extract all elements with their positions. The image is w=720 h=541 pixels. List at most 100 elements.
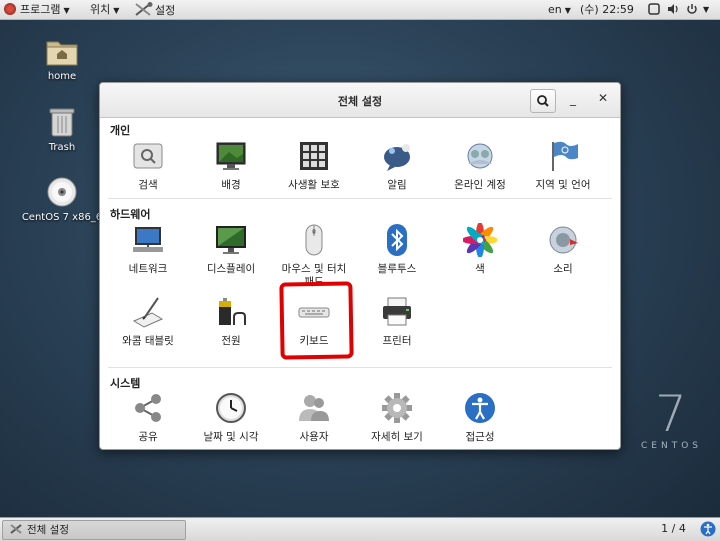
minimize-button[interactable]: _	[570, 92, 576, 106]
places-label: 위치	[90, 3, 111, 16]
window-icon[interactable]	[648, 3, 660, 15]
workspace-indicator[interactable]: 1 / 4	[651, 521, 696, 537]
settings-app-label: 설정	[155, 4, 176, 17]
centos-watermark-number: 7	[655, 385, 687, 443]
settings-item-label: 온라인 계정	[454, 179, 506, 191]
background-icon	[216, 142, 246, 170]
settings-item-label: 공유	[138, 431, 158, 443]
settings-item-color[interactable]: 색	[437, 222, 523, 276]
desktop-icon-label: Trash	[48, 142, 76, 153]
power-icon	[219, 298, 246, 325]
settings-item-label: 접근성	[465, 431, 495, 443]
settings-item-label: 알림	[387, 179, 407, 191]
settings-item-label: 사용자	[299, 431, 329, 443]
applications-label: 프로그램	[20, 3, 61, 16]
disc-icon	[47, 177, 77, 207]
language-label: en	[548, 3, 562, 16]
settings-item-search[interactable]: 검색	[105, 139, 191, 192]
desktop-icon-trash[interactable]: Trash	[17, 106, 107, 153]
chevron-down-icon[interactable]: ▼	[703, 2, 709, 17]
chevron-down-icon: ▼	[564, 6, 571, 15]
date-time-icon	[216, 393, 246, 423]
sharing-icon	[135, 394, 161, 422]
settings-item-notifications[interactable]: 알림	[354, 139, 440, 192]
window-titlebar[interactable]: 전체 설정 _ ✕	[100, 83, 620, 118]
settings-item-sharing[interactable]: 공유	[105, 391, 191, 444]
color-icon	[462, 222, 498, 258]
applications-icon	[4, 3, 16, 15]
search-settings-icon	[133, 143, 163, 169]
printer-icon	[383, 297, 411, 326]
settings-item-label: 프린터	[382, 335, 412, 347]
region-language-icon	[552, 141, 578, 171]
settings-item-label: 색	[475, 263, 485, 275]
chevron-down-icon: ▼	[113, 6, 120, 15]
settings-item-label: 소리	[553, 263, 573, 275]
search-icon	[537, 95, 549, 107]
clock[interactable]: (수) 22:59	[580, 2, 634, 17]
settings-item-date-time[interactable]: 날짜 및 시각	[188, 391, 274, 444]
search-button[interactable]	[530, 89, 556, 113]
settings-item-label: 지역 및 언어	[535, 179, 591, 191]
places-menu[interactable]: 위치 ▼	[90, 2, 119, 17]
settings-item-bluetooth[interactable]: 블루투스	[354, 223, 440, 276]
settings-window: 전체 설정 _ ✕ 개인 검색 배경 사생활 보호 알림 온라인 계정 지역 및…	[99, 82, 621, 450]
settings-item-label: 네트워크	[128, 263, 168, 275]
settings-item-region-language[interactable]: 지역 및 언어	[520, 139, 606, 192]
users-icon	[299, 395, 329, 421]
settings-item-privacy[interactable]: 사생활 보호	[271, 139, 357, 192]
settings-item-wacom[interactable]: 와콤 태블릿	[105, 295, 191, 348]
settings-item-label: 자세히 보기	[371, 431, 423, 443]
settings-item-accessibility[interactable]: 접근성	[437, 391, 523, 444]
bottom-panel: 전체 설정 1 / 4	[0, 517, 720, 541]
privacy-icon	[300, 142, 328, 170]
settings-item-label: 와콤 태블릿	[122, 335, 174, 347]
chevron-down-icon: ▼	[63, 6, 70, 15]
centos-watermark-text: CENTOS	[641, 441, 702, 451]
settings-item-label: 디스플레이	[206, 263, 256, 275]
trash-icon	[49, 108, 75, 137]
keyboard-highlight-annotation	[279, 281, 354, 360]
close-button[interactable]: ✕	[598, 91, 608, 105]
settings-item-sound[interactable]: 소리	[520, 223, 606, 276]
settings-item-mouse[interactable]: 마우스 및 터치 패드	[271, 223, 357, 289]
settings-item-label: 날짜 및 시각	[203, 431, 259, 443]
volume-icon[interactable]	[667, 3, 679, 15]
settings-item-printer[interactable]: 프린터	[354, 295, 440, 348]
section-title-personal: 개인	[110, 124, 131, 137]
desktop-icon-label: home	[47, 71, 77, 82]
settings-item-background[interactable]: 배경	[188, 139, 274, 192]
settings-item-display[interactable]: 디스플레이	[188, 223, 274, 276]
settings-item-network[interactable]: 네트워크	[105, 223, 191, 276]
wacom-tablet-icon	[132, 297, 164, 328]
settings-item-label: 검색	[138, 179, 158, 191]
mouse-icon	[305, 224, 323, 256]
tools-icon	[10, 524, 22, 534]
taskbar-window-label: 전체 설정	[27, 524, 69, 536]
section-title-system: 시스템	[110, 377, 141, 390]
settings-item-label: 전원	[221, 335, 241, 347]
power-menu-icon[interactable]	[686, 3, 698, 15]
settings-item-details[interactable]: 자세히 보기	[354, 391, 440, 444]
desktop-icon-centos-disc[interactable]: CentOS 7 x86_6	[17, 176, 107, 223]
taskbar-window-button[interactable]: 전체 설정	[2, 520, 186, 540]
language-indicator[interactable]: en ▼	[548, 2, 571, 17]
notification-tray-icon[interactable]	[700, 521, 716, 537]
settings-item-power[interactable]: 전원	[188, 295, 274, 348]
desktop-icon-home[interactable]: home	[17, 37, 107, 82]
settings-app-menu[interactable]: 설정	[133, 2, 175, 17]
section-title-hardware: 하드웨어	[110, 208, 151, 221]
settings-item-online-accounts[interactable]: 온라인 계정	[437, 139, 523, 192]
settings-item-label: 배경	[221, 179, 241, 191]
desktop-icon-label: CentOS 7 x86_6	[21, 212, 103, 223]
sound-icon	[549, 226, 578, 254]
settings-item-users[interactable]: 사용자	[271, 391, 357, 444]
applications-menu[interactable]: 프로그램 ▼	[4, 2, 70, 17]
network-icon	[133, 227, 163, 252]
clock-label: (수) 22:59	[580, 3, 634, 16]
online-accounts-icon	[467, 143, 493, 169]
bluetooth-icon	[387, 224, 407, 256]
settings-item-label: 블루투스	[377, 263, 417, 275]
top-panel: 프로그램 ▼ 위치 ▼ 설정 en ▼ (수) 22:59 ▼	[0, 0, 720, 20]
settings-item-label: 사생활 보호	[288, 179, 340, 191]
